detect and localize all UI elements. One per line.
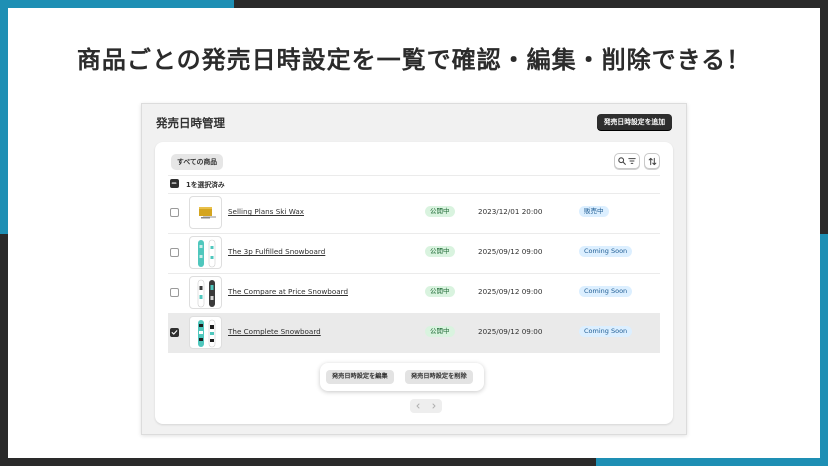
product-link[interactable]: The Compare at Price Snowboard xyxy=(228,287,348,296)
table-row[interactable]: Selling Plans Ski Wax 公開中 2023/12/01 20:… xyxy=(168,193,660,233)
edit-release-setting-button[interactable]: 発売日時設定を編集 xyxy=(326,370,394,384)
row-checkbox[interactable] xyxy=(170,288,179,297)
product-thumbnail-snowboard xyxy=(189,316,222,349)
table-row-selected[interactable]: The Complete Snowboard 公開中 2025/09/12 09… xyxy=(168,313,660,353)
tab-all-products[interactable]: すべての商品 xyxy=(171,154,224,170)
table-row[interactable]: The Compare at Price Snowboard 公開中 2025/… xyxy=(168,273,660,313)
table-row[interactable]: The 3p Fulfilled Snowboard 公開中 2025/09/1… xyxy=(168,233,660,273)
minus-icon xyxy=(171,182,177,184)
sort-arrows-icon xyxy=(648,157,656,165)
checkmark-icon xyxy=(171,330,178,335)
frame-band-bottom-accent xyxy=(596,458,828,466)
select-all-checkbox[interactable] xyxy=(170,179,179,188)
product-thumbnail-snowboard xyxy=(189,276,222,309)
chevron-left-icon xyxy=(416,403,420,409)
frame-band-right xyxy=(820,0,828,234)
next-page-button[interactable] xyxy=(426,399,442,413)
previous-page-button[interactable] xyxy=(410,399,426,413)
search-filter-button[interactable] xyxy=(614,153,640,169)
visibility-badge: 公開中 xyxy=(425,206,455,217)
status-badge: 販売中 xyxy=(579,206,609,217)
sort-button[interactable] xyxy=(644,153,660,169)
search-icon xyxy=(618,157,626,165)
row-checkbox[interactable] xyxy=(170,248,179,257)
product-link[interactable]: The Complete Snowboard xyxy=(228,327,321,336)
frame-band-left-accent xyxy=(0,0,8,234)
status-badge: Coming Soon xyxy=(579,246,633,257)
release-datetime: 2025/09/12 09:00 xyxy=(478,247,543,256)
page-title: 発売日時管理 xyxy=(156,116,225,130)
visibility-badge: 公開中 xyxy=(425,326,455,337)
pagination xyxy=(410,399,442,413)
row-checkbox[interactable] xyxy=(170,208,179,217)
frame-band-right-accent xyxy=(820,234,828,466)
bulk-select-row: 1を選択済み xyxy=(168,175,660,193)
bulk-actions-bar: 発売日時設定を編集 発売日時設定を削除 xyxy=(320,363,484,391)
delete-release-setting-button[interactable]: 発売日時設定を削除 xyxy=(405,370,473,384)
status-badge: Coming Soon xyxy=(579,326,633,337)
product-thumbnail-wax xyxy=(189,196,222,229)
filter-lines-icon xyxy=(628,158,636,164)
product-link[interactable]: The 3p Fulfilled Snowboard xyxy=(228,247,325,256)
frame-band-top-accent xyxy=(0,0,234,8)
release-datetime: 2025/09/12 09:00 xyxy=(478,287,543,296)
product-thumbnail-snowboard xyxy=(189,236,222,269)
row-checkbox[interactable] xyxy=(170,328,179,337)
headline: 商品ごとの発売日時設定を一覧で確認・編集・削除できる！ xyxy=(76,46,752,74)
frame-band-left xyxy=(0,234,8,466)
product-list-card: すべての商品 1を選択済み Selling Plans Ski Wax 公開中 … xyxy=(155,142,673,424)
status-badge: Coming Soon xyxy=(579,286,633,297)
selected-count-label: 1を選択済み xyxy=(186,181,225,189)
add-release-setting-button[interactable]: 発売日時設定を追加 xyxy=(596,114,672,130)
release-datetime: 2023/12/01 20:00 xyxy=(478,207,543,216)
app-window: 発売日時管理 発売日時設定を追加 すべての商品 1を選択済み Selling P… xyxy=(141,103,687,435)
visibility-badge: 公開中 xyxy=(425,246,455,257)
frame-band-bottom xyxy=(0,458,596,466)
visibility-badge: 公開中 xyxy=(425,286,455,297)
product-link[interactable]: Selling Plans Ski Wax xyxy=(228,207,304,216)
release-datetime: 2025/09/12 09:00 xyxy=(478,327,543,336)
chevron-right-icon xyxy=(432,403,436,409)
